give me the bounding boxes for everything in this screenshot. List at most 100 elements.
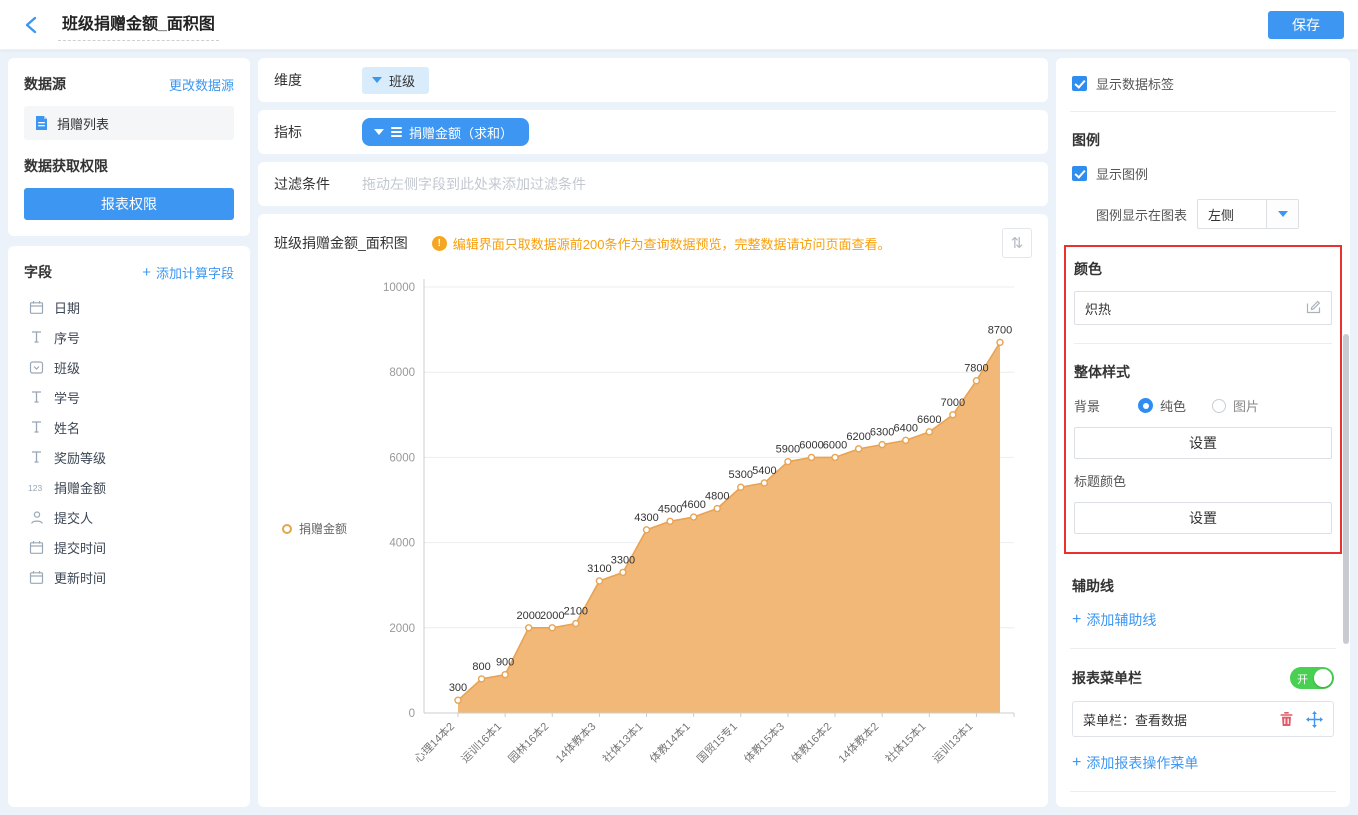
data-label: 7800 xyxy=(964,362,988,374)
field-item[interactable]: 123 捐赠金额 xyxy=(24,472,234,502)
bg-solid-radio[interactable]: 纯色 xyxy=(1138,396,1186,415)
radio-unselected-icon[interactable] xyxy=(1212,399,1226,413)
data-label: 4300 xyxy=(634,511,658,523)
show-data-label-checkbox-row[interactable]: 显示数据标签 xyxy=(1072,74,1334,93)
change-datasource-link[interactable]: 更改数据源 xyxy=(169,75,234,94)
color-scheme-input[interactable]: 炽热 xyxy=(1074,291,1332,325)
highlight-red-box: 颜色 炽热 整体样式 背景 纯色 xyxy=(1064,245,1342,554)
data-label: 6600 xyxy=(917,413,941,425)
chevron-down-icon xyxy=(374,129,384,135)
field-item[interactable]: 班级 xyxy=(24,352,234,382)
field-item-label: 提交人 xyxy=(54,508,93,527)
x-tick-label: 运训13本1 xyxy=(929,719,975,765)
data-point xyxy=(738,484,744,490)
menu-toggle-on[interactable]: 开 xyxy=(1290,667,1334,689)
menu-item-label: 菜单栏：查看数据 xyxy=(1083,710,1187,729)
data-label: 4500 xyxy=(658,503,682,515)
add-calc-field-link[interactable]: +添加计算字段 xyxy=(142,263,234,282)
field-item[interactable]: 提交人 xyxy=(24,502,234,532)
main-area: 数据源 更改数据源 捐赠列表 数据获取权限 报表权限 字段 +添加计算字段 日期… xyxy=(0,50,1358,815)
fields-list: 日期序号班级学号姓名奖励等级 123 捐赠金额提交人提交时间更新时间 xyxy=(24,292,234,592)
data-point xyxy=(549,624,555,630)
toggle-on-label: 开 xyxy=(1297,671,1308,687)
legend-position-select[interactable]: 左侧 xyxy=(1197,199,1299,229)
field-item-label: 捐赠金额 xyxy=(54,478,106,497)
checkbox-checked-icon[interactable] xyxy=(1072,76,1087,91)
field-item[interactable]: 序号 xyxy=(24,322,234,352)
divider xyxy=(1070,791,1336,792)
dimension-label: 维度 xyxy=(274,70,362,90)
x-tick-label: 园林16本2 xyxy=(505,719,551,765)
title-color-set-button[interactable]: 设置 xyxy=(1074,502,1332,534)
data-label: 3300 xyxy=(611,554,635,566)
edit-icon[interactable] xyxy=(1306,299,1321,317)
sort-button[interactable]: ⇅ xyxy=(1002,228,1032,258)
data-label: 6200 xyxy=(846,430,870,442)
field-item[interactable]: 姓名 xyxy=(24,412,234,442)
save-button[interactable]: 保存 xyxy=(1268,11,1344,39)
field-item[interactable]: 奖励等级 xyxy=(24,442,234,472)
y-tick-label: 2000 xyxy=(389,622,415,634)
move-icon[interactable] xyxy=(1306,711,1323,728)
data-label: 2100 xyxy=(564,605,588,617)
filter-row[interactable]: 过滤条件 拖动左侧字段到此处来添加过滤条件 xyxy=(258,162,1048,206)
datasource-item-label: 捐赠列表 xyxy=(57,114,109,133)
back-button[interactable] xyxy=(18,12,44,38)
sort-icon: ⇅ xyxy=(1011,234,1024,252)
bg-image-radio[interactable]: 图片 xyxy=(1212,396,1259,415)
data-label: 900 xyxy=(496,656,514,668)
legend-position-value: 左侧 xyxy=(1198,200,1266,228)
settings-panel: 显示数据标签 图例 显示图例 图例显示在图表 左侧 颜色 炽热 xyxy=(1056,58,1350,807)
background-set-button[interactable]: 设置 xyxy=(1074,427,1332,459)
background-row: 背景 纯色 图片 xyxy=(1074,396,1332,415)
x-tick-label: 社体13本1 xyxy=(599,719,645,765)
warning-icon: ! xyxy=(432,236,447,251)
x-tick-label: 体教16本2 xyxy=(788,719,834,765)
data-point xyxy=(455,697,461,703)
x-tick-label: 国贸15专1 xyxy=(694,719,740,765)
x-tick-label: 社体15本1 xyxy=(882,719,928,765)
chart-legend[interactable]: 捐赠金额 xyxy=(274,520,370,537)
checkbox-checked-icon[interactable] xyxy=(1072,166,1087,181)
datasource-title: 数据源 xyxy=(24,74,66,94)
select-caret[interactable] xyxy=(1266,200,1298,228)
menu-section-title: 报表菜单栏 xyxy=(1072,668,1142,688)
report-title[interactable]: 班级捐赠金额_面积图 xyxy=(58,8,219,41)
data-point xyxy=(596,577,602,583)
data-label: 800 xyxy=(472,660,490,672)
y-tick-label: 10000 xyxy=(383,282,415,294)
data-label: 3100 xyxy=(587,562,611,574)
x-tick-label: 运训16本1 xyxy=(458,719,504,765)
trash-icon[interactable] xyxy=(1279,711,1294,727)
data-point xyxy=(926,428,932,434)
divider xyxy=(1070,648,1336,649)
data-label: 4800 xyxy=(705,490,729,502)
field-item[interactable]: 更新时间 xyxy=(24,562,234,592)
datasource-card: 数据源 更改数据源 捐赠列表 数据获取权限 报表权限 xyxy=(8,58,250,236)
metric-tag[interactable]: 捐赠金额（求和） xyxy=(362,118,529,146)
report-permission-button[interactable]: 报表权限 xyxy=(24,188,234,220)
radio-selected-icon[interactable] xyxy=(1138,398,1153,413)
filter-dropzone-placeholder: 拖动左侧字段到此处来添加过滤条件 xyxy=(362,174,586,194)
field-item-label: 提交时间 xyxy=(54,538,106,557)
menu-item-row[interactable]: 菜单栏：查看数据 xyxy=(1072,701,1334,737)
data-label: 5900 xyxy=(776,443,800,455)
calendar-icon xyxy=(28,539,45,555)
chevron-down-icon xyxy=(372,77,382,83)
add-guide-link[interactable]: +添加辅助线 xyxy=(1072,610,1156,630)
field-item-label: 序号 xyxy=(54,328,80,347)
field-item[interactable]: 学号 xyxy=(24,382,234,412)
field-item[interactable]: 日期 xyxy=(24,292,234,322)
datasource-item[interactable]: 捐赠列表 xyxy=(24,106,234,140)
field-item[interactable]: 提交时间 xyxy=(24,532,234,562)
scrollbar-thumb[interactable] xyxy=(1343,334,1349,644)
data-label: 7000 xyxy=(941,396,965,408)
legend-section-title: 图例 xyxy=(1072,130,1334,150)
add-report-menu-link[interactable]: +添加报表操作菜单 xyxy=(1072,753,1198,773)
area-fill xyxy=(458,342,1000,713)
svg-text:123: 123 xyxy=(28,483,42,493)
show-legend-checkbox-row[interactable]: 显示图例 xyxy=(1072,164,1334,183)
data-point xyxy=(667,518,673,524)
dimension-tag[interactable]: 班级 xyxy=(362,67,429,94)
fields-card: 字段 +添加计算字段 日期序号班级学号姓名奖励等级123捐赠金额提交人提交时间更… xyxy=(8,246,250,807)
